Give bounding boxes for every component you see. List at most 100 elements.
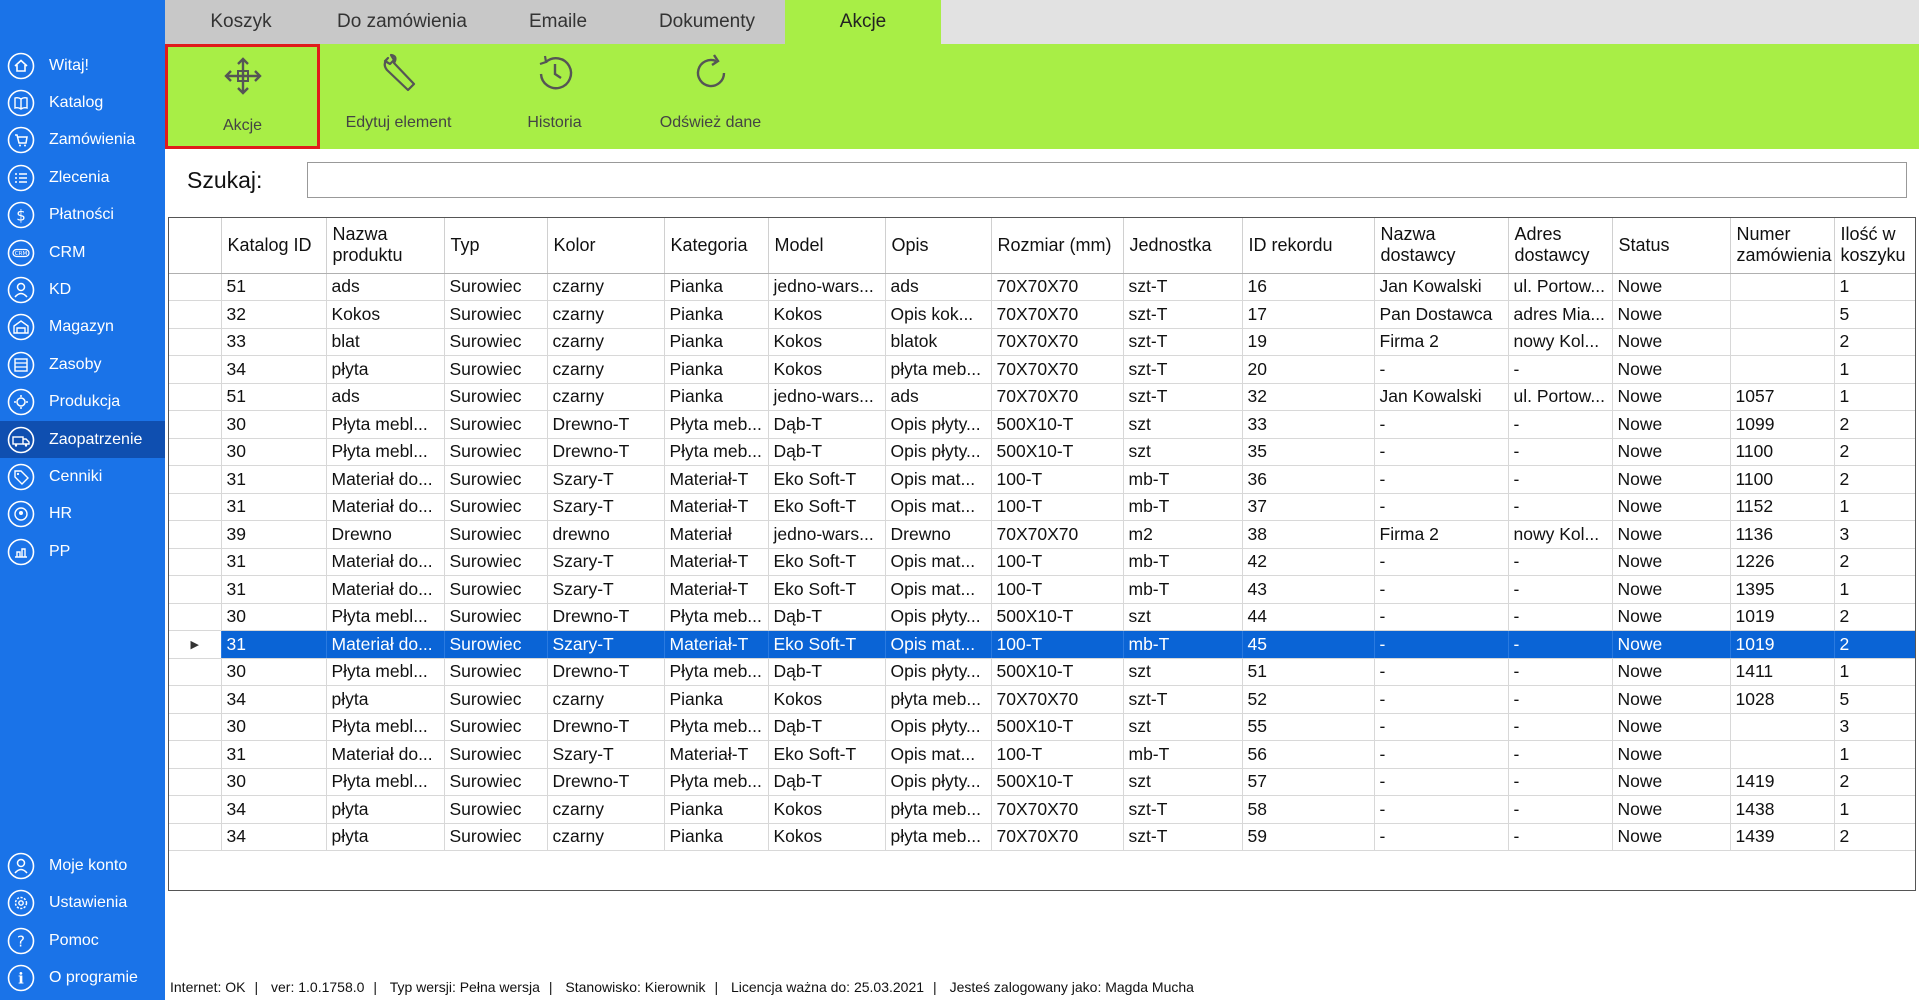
row-selector[interactable]: [169, 383, 222, 411]
table-cell[interactable]: [1730, 273, 1835, 301]
table-cell[interactable]: Materiał do...: [326, 493, 445, 521]
table-cell[interactable]: 30: [221, 768, 327, 796]
table-cell[interactable]: jedno-wars...: [768, 520, 886, 549]
table-cell[interactable]: Nowe: [1612, 713, 1731, 741]
table-cell[interactable]: Materiał-T: [664, 548, 769, 576]
table-cell[interactable]: Surowiec: [444, 273, 548, 301]
table-row[interactable]: 34 płyta Surowiec czarny Pianka Kokos płyta me…: [169, 355, 1915, 384]
table-cell[interactable]: -: [1508, 493, 1613, 521]
table-cell[interactable]: mb-T: [1123, 465, 1243, 494]
table-cell[interactable]: Opis mat...: [885, 548, 992, 576]
table-cell[interactable]: Eko Soft-T: [768, 630, 886, 659]
table-cell[interactable]: mb-T: [1123, 575, 1243, 604]
table-cell[interactable]: Surowiec: [444, 603, 548, 631]
table-cell[interactable]: 34: [221, 685, 327, 714]
row-selector[interactable]: [169, 768, 222, 796]
table-cell[interactable]: Materiał do...: [326, 575, 445, 604]
table-cell[interactable]: 44: [1242, 603, 1375, 631]
table-cell[interactable]: 43: [1242, 575, 1375, 604]
table-cell[interactable]: szt: [1123, 768, 1243, 796]
table-cell[interactable]: -: [1508, 795, 1613, 824]
table-cell[interactable]: 100-T: [991, 575, 1124, 604]
table-cell[interactable]: Płyta mebl...: [326, 410, 445, 439]
table-cell[interactable]: Szary-T: [547, 575, 665, 604]
sidebar-item-magazyn[interactable]: Magazyn: [0, 309, 165, 346]
table-cell[interactable]: 70X70X70: [991, 328, 1124, 356]
table-cell[interactable]: -: [1374, 410, 1509, 439]
table-cell[interactable]: -: [1374, 548, 1509, 576]
table-cell[interactable]: Kokos: [768, 795, 886, 824]
table-cell[interactable]: 3: [1834, 520, 1915, 549]
table-cell[interactable]: płyta: [326, 685, 445, 714]
table-cell[interactable]: Drewno-T: [547, 410, 665, 439]
table-cell[interactable]: Nowe: [1612, 795, 1731, 824]
table-cell[interactable]: szt-T: [1123, 328, 1243, 356]
table-cell[interactable]: ads: [885, 273, 992, 301]
table-cell[interactable]: Nowe: [1612, 685, 1731, 714]
table-cell[interactable]: szt-T: [1123, 383, 1243, 411]
table-cell[interactable]: Opis płyty...: [885, 410, 992, 439]
table-cell[interactable]: 30: [221, 603, 327, 631]
row-selector[interactable]: [169, 823, 222, 851]
table-cell[interactable]: Nowe: [1612, 603, 1731, 631]
table-cell[interactable]: Surowiec: [444, 575, 548, 604]
table-cell[interactable]: Szary-T: [547, 465, 665, 494]
table-cell[interactable]: Drewno: [885, 520, 992, 549]
table-cell[interactable]: -: [1374, 575, 1509, 604]
table-cell[interactable]: Surowiec: [444, 410, 548, 439]
table-cell[interactable]: ads: [326, 273, 445, 301]
table-cell[interactable]: Kokos: [768, 300, 886, 329]
table-cell[interactable]: Opis mat...: [885, 575, 992, 604]
table-cell[interactable]: Surowiec: [444, 465, 548, 494]
table-cell[interactable]: Surowiec: [444, 438, 548, 466]
table-cell[interactable]: szt-T: [1123, 355, 1243, 384]
table-cell[interactable]: Surowiec: [444, 768, 548, 796]
table-cell[interactable]: 500X10-T: [991, 410, 1124, 439]
table-cell[interactable]: 34: [221, 795, 327, 824]
table-cell[interactable]: czarny: [547, 383, 665, 411]
table-cell[interactable]: Opis mat...: [885, 630, 992, 659]
sidebar-item-zamowienia[interactable]: Zamówienia: [0, 122, 165, 159]
table-cell[interactable]: Opis płyty...: [885, 713, 992, 741]
table-cell[interactable]: 37: [1242, 493, 1375, 521]
row-selector[interactable]: [169, 300, 222, 329]
table-cell[interactable]: -: [1374, 630, 1509, 659]
column-header[interactable]: Nazwa produktu: [326, 218, 445, 274]
table-cell[interactable]: płyta: [326, 823, 445, 851]
sidebar-item-cenniki[interactable]: Cenniki: [0, 458, 165, 495]
table-cell[interactable]: blat: [326, 328, 445, 356]
table-cell[interactable]: Nowe: [1612, 493, 1731, 521]
table-cell[interactable]: czarny: [547, 355, 665, 384]
table-cell[interactable]: 42: [1242, 548, 1375, 576]
table-cell[interactable]: 1226: [1730, 548, 1835, 576]
sidebar-item-platnosci[interactable]: $ Płatności: [0, 197, 165, 234]
table-cell[interactable]: 1: [1834, 493, 1915, 521]
table-cell[interactable]: szt-T: [1123, 795, 1243, 824]
table-cell[interactable]: Kokos: [326, 300, 445, 329]
table-cell[interactable]: Płyta mebl...: [326, 438, 445, 466]
table-cell[interactable]: 1100: [1730, 465, 1835, 494]
table-row[interactable]: 31 Materiał do... Surowiec Szary-T Materiał-…: [169, 493, 1915, 521]
sidebar-item-katalog[interactable]: Katalog: [0, 84, 165, 121]
sidebar-item-zaopatrzenie[interactable]: Zaopatrzenie: [0, 420, 165, 459]
table-cell[interactable]: 31: [221, 548, 327, 576]
table-cell[interactable]: 70X70X70: [991, 823, 1124, 851]
table-cell[interactable]: Płyta meb...: [664, 768, 769, 796]
table-cell[interactable]: 57: [1242, 768, 1375, 796]
row-selector[interactable]: [169, 493, 222, 521]
table-cell[interactable]: mb-T: [1123, 548, 1243, 576]
sidebar-item-o-programie[interactable]: i O programie: [0, 960, 165, 998]
table-cell[interactable]: 1438: [1730, 795, 1835, 824]
table-cell[interactable]: 1: [1834, 795, 1915, 824]
tab-dokumenty[interactable]: Dokumenty: [629, 0, 785, 44]
sidebar-item-kd[interactable]: KD: [0, 271, 165, 308]
table-row[interactable]: 31 Materiał do... Surowiec Szary-T Materiał-…: [169, 575, 1915, 604]
table-cell[interactable]: ads: [326, 383, 445, 411]
table-row[interactable]: 34 płyta Surowiec czarny Pianka Kokos płyta me…: [169, 685, 1915, 714]
sidebar-item-crm[interactable]: CRM CRM: [0, 234, 165, 271]
table-cell[interactable]: Pianka: [664, 355, 769, 384]
table-cell[interactable]: Drewno-T: [547, 713, 665, 741]
table-cell[interactable]: Surowiec: [444, 713, 548, 741]
table-cell[interactable]: -: [1374, 823, 1509, 851]
row-selector[interactable]: [169, 465, 222, 494]
